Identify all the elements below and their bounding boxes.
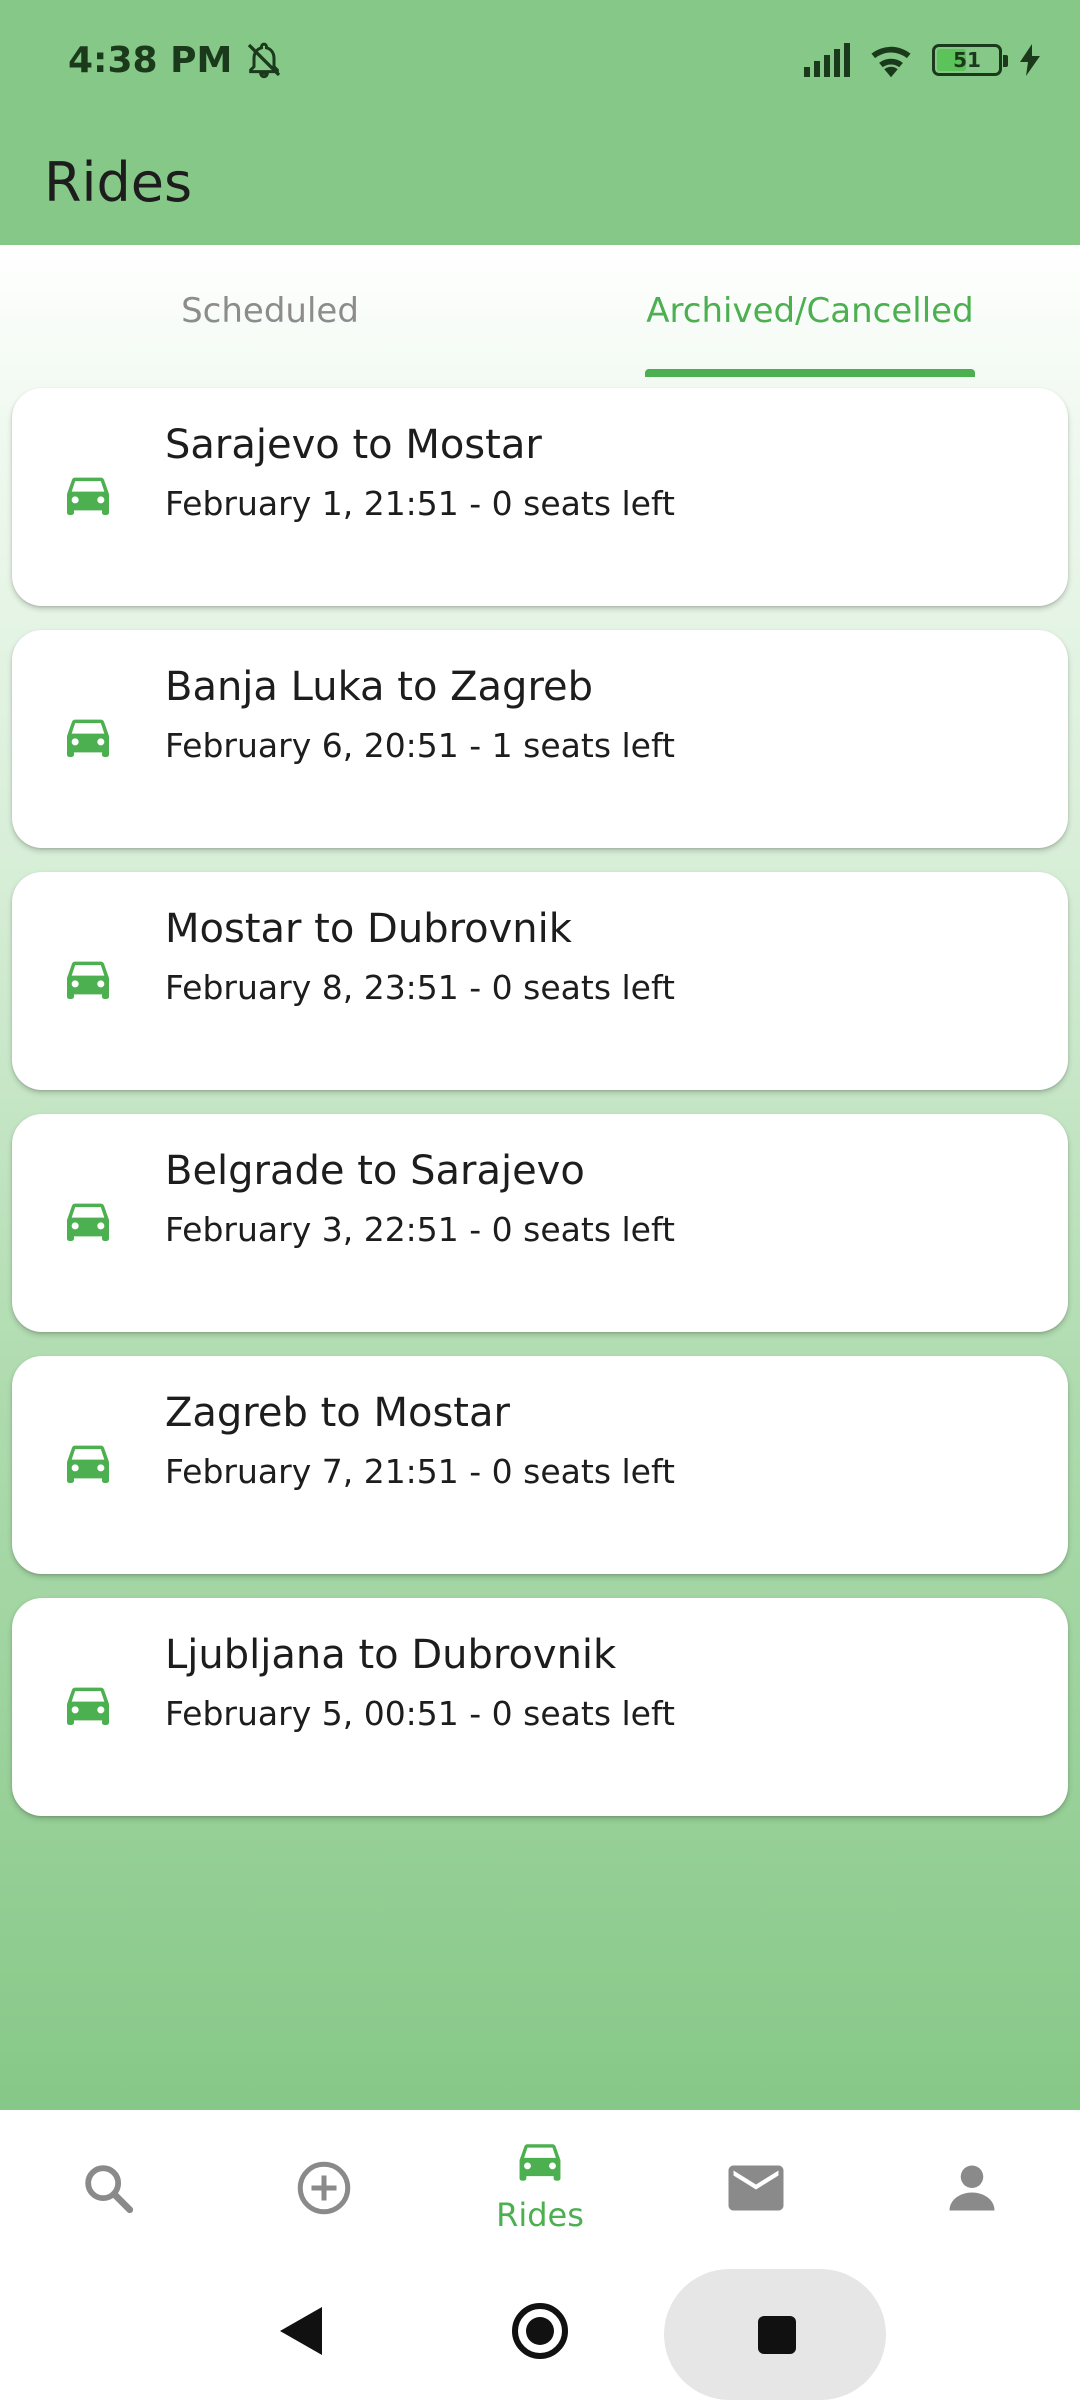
ride-card[interactable]: Mostar to Dubrovnik February 8, 23:51 - … (12, 872, 1068, 1090)
car-icon (67, 1687, 109, 1725)
car-icon (67, 719, 109, 757)
ride-details: February 8, 23:51 - 0 seats left (165, 968, 675, 1007)
page-title: Rides (44, 151, 193, 214)
nav-rides[interactable]: Rides (432, 2142, 648, 2234)
ride-title: Banja Luka to Zagreb (165, 664, 594, 710)
system-back-button[interactable] (278, 2305, 324, 2361)
car-icon (67, 1203, 109, 1241)
system-navigation-bar (0, 2265, 1080, 2400)
tab-scheduled[interactable]: Scheduled (0, 245, 540, 377)
nav-search[interactable] (0, 2159, 216, 2217)
ride-title: Ljubljana to Dubrovnik (165, 1632, 617, 1678)
nav-profile[interactable] (864, 2161, 1080, 2215)
system-home-button[interactable] (510, 2301, 570, 2365)
system-recents-button[interactable] (664, 2269, 886, 2400)
ride-title: Mostar to Dubrovnik (165, 906, 572, 952)
ride-card[interactable]: Ljubljana to Dubrovnik February 5, 00:51… (12, 1598, 1068, 1816)
nav-rides-label: Rides (496, 2195, 584, 2234)
nav-create-ride[interactable] (216, 2158, 432, 2218)
mail-icon (728, 2165, 784, 2210)
app-bar: Rides (0, 120, 1080, 245)
ride-details: February 6, 20:51 - 1 seats left (165, 726, 675, 765)
car-icon (67, 961, 109, 999)
content-area: Scheduled Archived/Cancelled Sarajevo to… (0, 245, 1080, 2110)
wifi-icon (871, 46, 911, 78)
ride-title: Belgrade to Sarajevo (165, 1148, 585, 1194)
signal-icon (804, 43, 850, 77)
ride-list: Sarajevo to Mostar February 1, 21:51 - 0… (12, 388, 1068, 1840)
battery-indicator: 51 (932, 44, 1008, 76)
tab-archived-cancelled[interactable]: Archived/Cancelled (540, 245, 1080, 377)
recents-square-icon (758, 2316, 796, 2354)
bottom-navigation: Rides (0, 2110, 1080, 2265)
ride-title: Zagreb to Mostar (165, 1390, 510, 1436)
status-time: 4:38 PM (68, 39, 233, 81)
back-triangle-icon (280, 2307, 322, 2355)
ride-title: Sarajevo to Mostar (165, 422, 542, 468)
car-icon (519, 2143, 561, 2181)
car-icon (67, 477, 109, 515)
ride-details: February 3, 22:51 - 0 seats left (165, 1210, 675, 1249)
car-icon (67, 1445, 109, 1483)
tab-bar: Scheduled Archived/Cancelled (0, 245, 1080, 377)
person-icon (949, 2165, 995, 2210)
ride-card[interactable]: Banja Luka to Zagreb February 6, 20:51 -… (12, 630, 1068, 848)
home-circle-icon (512, 2303, 568, 2359)
ride-details: February 7, 21:51 - 0 seats left (165, 1452, 675, 1491)
search-icon (85, 2164, 134, 2213)
status-bar: 4:38 PM 51 (0, 0, 1080, 120)
ride-card[interactable]: Zagreb to Mostar February 7, 21:51 - 0 s… (12, 1356, 1068, 1574)
ride-card[interactable]: Sarajevo to Mostar February 1, 21:51 - 0… (12, 388, 1068, 606)
ride-card[interactable]: Belgrade to Sarajevo February 3, 22:51 -… (12, 1114, 1068, 1332)
nav-messages[interactable] (648, 2163, 864, 2213)
bell-off-icon (248, 42, 281, 79)
add-circle-icon (297, 2161, 351, 2214)
charging-bolt-icon (1020, 44, 1040, 76)
ride-details: February 1, 21:51 - 0 seats left (165, 484, 675, 523)
ride-details: February 5, 00:51 - 0 seats left (165, 1694, 675, 1733)
